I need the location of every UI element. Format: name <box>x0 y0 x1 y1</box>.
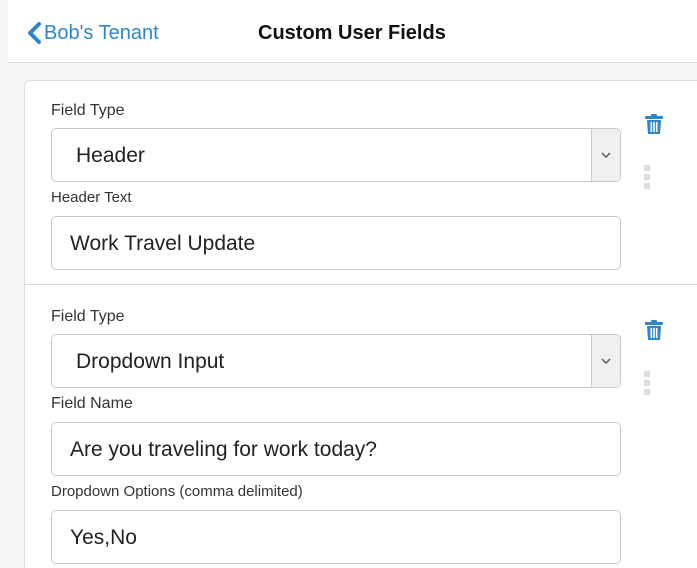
select-arrow <box>591 335 620 387</box>
field-divider <box>25 284 697 285</box>
select-arrow <box>591 129 620 181</box>
dropdown-options-value: Yes,No <box>70 526 137 549</box>
trash-icon[interactable] <box>644 113 664 135</box>
field-type-select[interactable]: Dropdown Input <box>51 334 621 388</box>
back-label: Bob's Tenant <box>44 21 159 44</box>
field-name-value: Are you traveling for work today? <box>70 438 377 461</box>
header-text-value: Work Travel Update <box>70 232 256 255</box>
page-title: Custom User Fields <box>258 22 446 44</box>
back-button[interactable]: Bob's Tenant <box>26 21 159 45</box>
field-name-input[interactable]: Are you traveling for work today? <box>51 422 621 476</box>
field-type-label: Field Type <box>51 102 125 119</box>
fields-card: Field Type Header Header Text Work Trave… <box>24 80 697 568</box>
field-type-value: Header <box>76 144 145 167</box>
header-text-label: Header Text <box>51 189 132 206</box>
field-type-value: Dropdown Input <box>76 350 225 373</box>
field-type-select[interactable]: Header <box>51 128 621 182</box>
chevron-left-icon <box>28 22 41 44</box>
dropdown-options-input[interactable]: Yes,No <box>51 510 621 564</box>
trash-icon[interactable] <box>644 319 664 341</box>
field-name-label: Field Name <box>51 395 133 412</box>
header-text-input[interactable]: Work Travel Update <box>51 216 621 270</box>
chevron-down-icon <box>601 152 611 158</box>
field-type-label: Field Type <box>51 308 125 325</box>
app-frame: Bob's Tenant Custom User Fields Field Ty… <box>0 0 697 568</box>
drag-handle-icon[interactable] <box>644 165 652 189</box>
page-header: Bob's Tenant Custom User Fields <box>8 0 697 63</box>
chevron-down-icon <box>601 358 611 364</box>
dropdown-options-label: Dropdown Options (comma delimited) <box>51 483 303 500</box>
drag-handle-icon[interactable] <box>644 371 652 395</box>
